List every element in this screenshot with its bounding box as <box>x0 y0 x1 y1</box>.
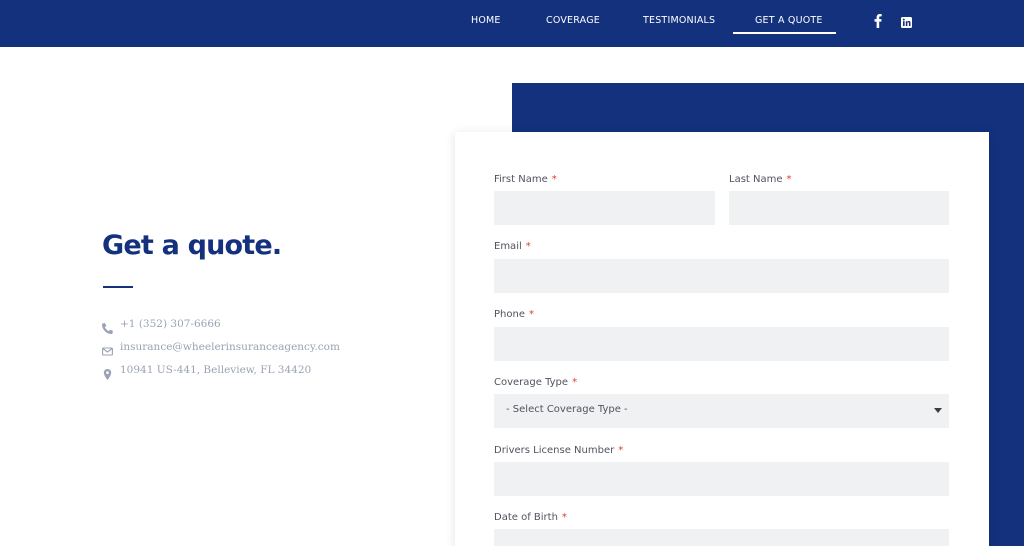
envelope-icon <box>102 342 113 356</box>
drivers-license-label-text: Drivers License Number <box>494 445 615 456</box>
required-mark: * <box>572 377 578 388</box>
first-name-label: First Name * <box>494 173 557 187</box>
map-marker-icon <box>102 365 113 380</box>
first-name-input[interactable] <box>494 191 715 225</box>
facebook-icon[interactable] <box>874 13 882 28</box>
contact-phone-text[interactable]: +1 (352) 307-6666 <box>120 317 221 331</box>
contact-email: insurance@wheelerinsuranceagency.com <box>102 340 340 356</box>
phone-label-text: Phone <box>494 309 525 320</box>
top-nav-bar: HOME COVERAGE TESTIMONIALS GET A QUOTE <box>0 0 1024 47</box>
email-label: Email * <box>494 240 531 254</box>
title-divider <box>103 286 133 288</box>
required-mark: * <box>618 445 624 456</box>
linkedin-icon[interactable] <box>901 13 912 28</box>
quote-form: First Name * Last Name * Email * Phone * Cov… <box>455 132 989 546</box>
nav-coverage-link[interactable]: COVERAGE <box>546 14 600 28</box>
active-nav-indicator <box>733 32 836 34</box>
phone-label: Phone * <box>494 308 534 322</box>
caret-down-icon <box>934 408 942 413</box>
phone-icon <box>102 319 113 334</box>
drivers-license-input[interactable] <box>494 462 949 496</box>
first-name-label-text: First Name <box>494 174 548 185</box>
nav-testimonials-link[interactable]: TESTIMONIALS <box>643 14 715 28</box>
coverage-type-selected-value: - Select Coverage Type - <box>506 404 628 415</box>
contact-address-text: 10941 US-441, Belleview, FL 34420 <box>120 364 312 376</box>
page-title: Get a quote. <box>102 230 282 261</box>
email-input[interactable] <box>494 259 949 293</box>
required-mark: * <box>551 174 557 185</box>
date-of-birth-input[interactable] <box>494 529 949 546</box>
last-name-input[interactable] <box>729 191 949 225</box>
required-mark: * <box>561 512 567 523</box>
coverage-type-label-text: Coverage Type <box>494 377 569 388</box>
last-name-label: Last Name * <box>729 173 792 187</box>
contact-email-text[interactable]: insurance@wheelerinsuranceagency.com <box>120 340 340 354</box>
contact-address: 10941 US-441, Belleview, FL 34420 <box>102 363 312 380</box>
contact-phone: +1 (352) 307-6666 <box>102 317 221 334</box>
coverage-type-select[interactable]: - Select Coverage Type - <box>494 394 949 428</box>
nav-get-a-quote-link[interactable]: GET A QUOTE <box>755 14 823 28</box>
required-mark: * <box>786 174 792 185</box>
nav-home-link[interactable]: HOME <box>471 14 501 28</box>
date-of-birth-label: Date of Birth * <box>494 511 567 525</box>
email-label-text: Email <box>494 241 522 252</box>
required-mark: * <box>525 241 531 252</box>
phone-input[interactable] <box>494 327 949 361</box>
coverage-type-label: Coverage Type * <box>494 376 577 390</box>
date-of-birth-label-text: Date of Birth <box>494 512 558 523</box>
drivers-license-label: Drivers License Number * <box>494 444 623 458</box>
required-mark: * <box>528 309 534 320</box>
last-name-label-text: Last Name <box>729 174 783 185</box>
